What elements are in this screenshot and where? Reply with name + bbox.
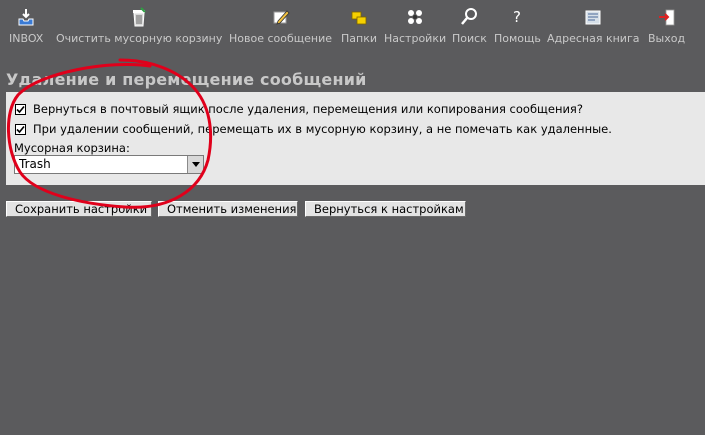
toolbar-help[interactable]: ? Помощь — [494, 6, 541, 50]
annotation-circle — [7, 58, 213, 209]
toolbar: INBOX Очистить мусорную корзину Новое со… — [0, 0, 705, 50]
toolbar-compose[interactable]: Новое сообщение — [229, 6, 332, 50]
compose-icon — [273, 10, 290, 25]
logout-icon — [658, 9, 674, 26]
return-after-delete-checkbox[interactable] — [15, 103, 26, 115]
inbox-icon — [18, 9, 34, 26]
move-to-trash-label: При удалении сообщений, перемещать их в … — [33, 122, 612, 136]
svg-text:?: ? — [513, 8, 521, 26]
settings-panel: Вернуться в почтовый ящик после удаления… — [6, 92, 705, 185]
option-move-to-trash: При удалении сообщений, перемещать их в … — [15, 122, 612, 136]
toolbar-folders[interactable]: Папки — [341, 6, 377, 50]
trash-folder-select[interactable]: Trash — [14, 155, 204, 174]
trash-folder-value: Trash — [19, 157, 51, 171]
trash-folder-dropdown-button[interactable] — [187, 156, 203, 173]
folders-icon — [351, 11, 367, 25]
toolbar-empty-trash[interactable]: Очистить мусорную корзину — [56, 6, 222, 50]
move-to-trash-checkbox[interactable] — [15, 123, 26, 135]
help-icon: ? — [513, 8, 521, 26]
return-after-delete-label: Вернуться в почтовый ящик после удаления… — [33, 102, 583, 116]
save-button[interactable]: Сохранить настройки — [6, 201, 152, 217]
address-book-icon — [585, 10, 601, 25]
toolbar-address-book[interactable]: Адресная книга — [547, 6, 639, 50]
toolbar-logout[interactable]: Выход — [648, 6, 685, 50]
section-title: Удаление и перемещение сообщений — [6, 70, 367, 89]
toolbar-settings[interactable]: Настройки — [384, 6, 446, 50]
toolbar-inbox[interactable]: INBOX — [9, 6, 43, 50]
cancel-button[interactable]: Отменить изменения — [158, 201, 298, 217]
back-to-settings-button[interactable]: Вернуться к настройкам — [305, 201, 466, 217]
trash-folder-label: Мусорная корзина: — [14, 141, 130, 155]
toolbar-search[interactable]: Поиск — [452, 6, 487, 50]
trash-icon — [133, 7, 146, 27]
checkmark-icon — [16, 105, 25, 113]
chevron-down-icon — [192, 162, 200, 167]
settings-icon — [408, 10, 423, 24]
option-return-after-delete: Вернуться в почтовый ящик после удаления… — [15, 102, 583, 116]
checkmark-icon — [16, 125, 25, 133]
search-icon — [461, 8, 478, 25]
